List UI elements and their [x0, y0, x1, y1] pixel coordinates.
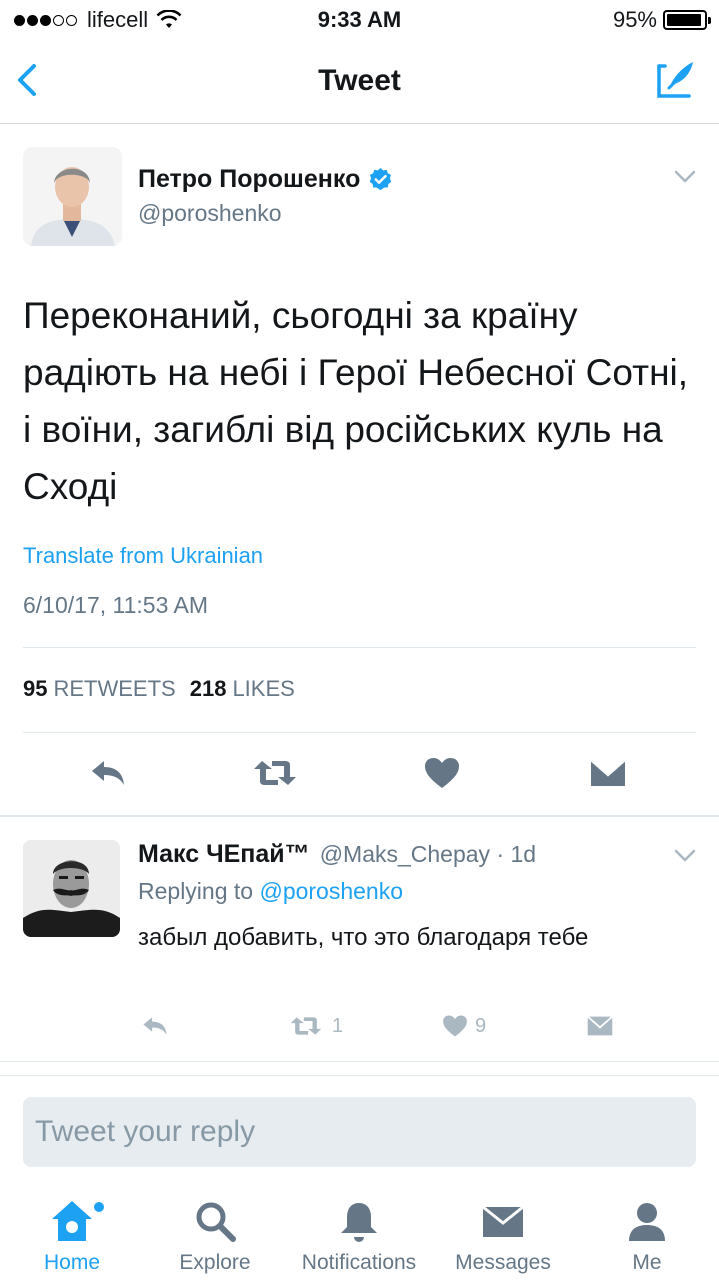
clock: 9:33 AM	[317, 7, 402, 32]
tweet-actions	[0, 755, 719, 795]
battery-area: 95%	[612, 7, 711, 33]
compose-tweet-icon[interactable]	[655, 58, 697, 100]
reply-reply-button[interactable]	[140, 1013, 170, 1039]
tab-label: Notifications	[301, 1251, 417, 1274]
tab-label: Me	[632, 1251, 662, 1274]
retweet-icon	[290, 1017, 322, 1035]
likes-stat[interactable]: 218 LIKES	[190, 676, 295, 702]
divider	[0, 1061, 719, 1062]
reply-dm-button[interactable]	[585, 1013, 615, 1039]
bell-icon	[341, 1203, 377, 1242]
home-icon	[52, 1201, 92, 1241]
avatar[interactable]	[23, 840, 120, 937]
notification-dot	[94, 1202, 104, 1212]
tab-label: Explore	[179, 1251, 251, 1274]
divider	[0, 815, 719, 817]
avatar[interactable]	[23, 147, 122, 246]
tab-notifications[interactable]: Notifications	[289, 1187, 429, 1280]
battery-fill	[667, 14, 702, 26]
reply-actions: 1 9	[0, 1013, 719, 1043]
replying-to: Replying to @poroshenko	[138, 878, 403, 905]
reply-author-photo	[23, 840, 120, 937]
retweets-count: 95	[23, 676, 48, 701]
reply-retweet-count: 1	[332, 1014, 344, 1037]
tab-messages[interactable]: Messages	[433, 1187, 573, 1280]
tab-label: Home	[43, 1251, 101, 1274]
chevron-down-icon[interactable]	[673, 169, 697, 185]
reply-icon	[143, 1017, 167, 1035]
tab-label: Messages	[455, 1251, 551, 1274]
like-icon[interactable]	[422, 755, 462, 791]
tweet-stats: 95 RETWEETS 218 LIKES	[23, 676, 295, 702]
replying-handle-link[interactable]: @poroshenko	[259, 878, 403, 904]
retweet-icon[interactable]	[252, 755, 298, 791]
tab-me[interactable]: Me	[577, 1187, 717, 1280]
reply-author-handle[interactable]: @Maks_Chepay · 1d	[320, 841, 536, 868]
battery-icon	[663, 10, 711, 30]
verified-badge-icon	[370, 168, 392, 191]
tab-bar: Home Explore Notifications Messages Me	[0, 1187, 719, 1280]
reply-icon[interactable]	[88, 755, 128, 791]
direct-message-icon[interactable]	[588, 755, 628, 791]
reply-author-name[interactable]: Макс ЧЕпай™	[138, 840, 310, 869]
reply-text: забыл добавить, что это благодаря тебе	[138, 924, 589, 951]
tab-home[interactable]: Home	[2, 1187, 142, 1280]
retweets-stat[interactable]: 95 RETWEETS	[23, 676, 176, 702]
retweets-label: RETWEETS	[53, 676, 176, 701]
author-name[interactable]: Петро Порошенко	[138, 165, 360, 194]
author-photo	[23, 147, 122, 246]
reply-retweet-button[interactable]: 1	[288, 1013, 343, 1039]
reply-like-button[interactable]: 9	[441, 1013, 486, 1039]
like-icon	[443, 1015, 467, 1037]
search-icon	[196, 1202, 236, 1242]
direct-message-icon	[587, 1015, 613, 1036]
reply-like-count: 9	[475, 1014, 487, 1037]
tab-explore[interactable]: Explore	[145, 1187, 285, 1280]
person-icon	[629, 1203, 665, 1241]
author-handle[interactable]: @poroshenko	[138, 200, 282, 227]
divider	[0, 1075, 719, 1076]
chevron-down-icon[interactable]	[673, 848, 697, 864]
navigation-bar: Tweet	[0, 40, 719, 124]
replying-prefix: Replying to	[138, 878, 254, 904]
likes-label: LIKES	[232, 676, 295, 701]
likes-count: 218	[189, 676, 227, 701]
divider	[23, 647, 696, 648]
reply-tweet[interactable]: Макс ЧЕпай™ @Maks_Chepay · 1d Replying t…	[0, 818, 719, 1063]
reply-input[interactable]	[23, 1097, 696, 1167]
tweet-timestamp: 6/10/17, 11:53 AM	[23, 592, 208, 618]
reply-header: Макс ЧЕпай™ @Maks_Chepay · 1d	[138, 840, 536, 869]
envelope-icon	[482, 1205, 524, 1237]
battery-percent: 95%	[612, 7, 657, 32]
page-title: Tweet	[318, 64, 401, 97]
divider	[23, 732, 696, 733]
author-name-row: Петро Порошенко	[138, 165, 393, 194]
status-bar: lifecell 9:33 AM 95%	[0, 0, 719, 40]
translate-link[interactable]: Translate from Ukrainian	[23, 543, 263, 569]
tweet-text: Переконаний, сьогодні за країну радіють …	[23, 295, 689, 507]
reply-compose-box[interactable]	[23, 1097, 696, 1167]
